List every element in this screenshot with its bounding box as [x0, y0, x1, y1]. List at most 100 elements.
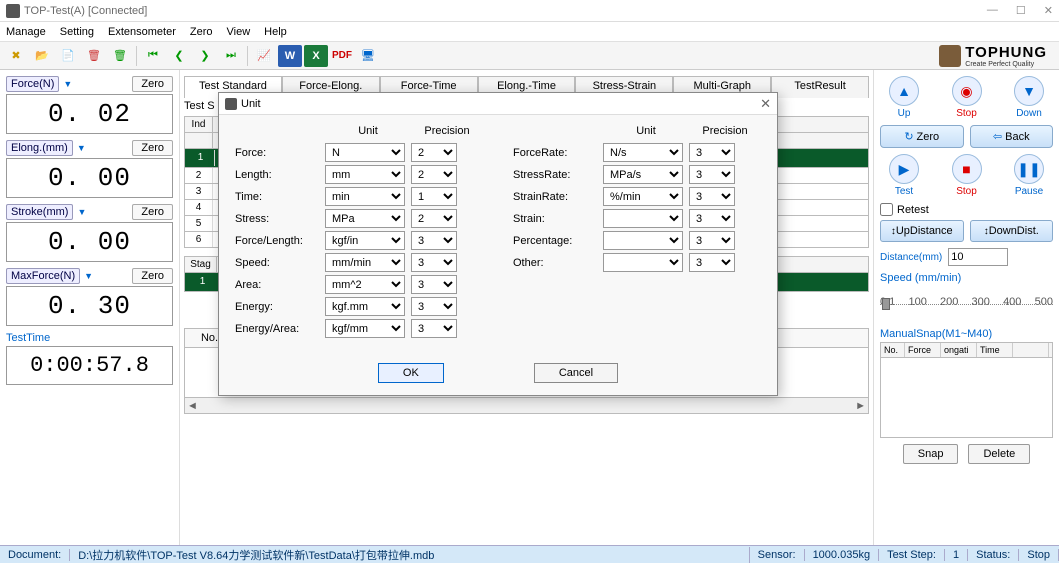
snap-button[interactable]: Snap [903, 444, 959, 464]
zero-button[interactable]: Zero [132, 76, 173, 92]
precision-select[interactable]: 1 [411, 187, 457, 206]
slider-thumb[interactable] [882, 298, 890, 310]
tool-open-icon[interactable]: 📂 [30, 45, 54, 67]
nav-last-icon[interactable]: ⏭ [219, 45, 243, 67]
downdist-button[interactable]: ↕DownDist. [970, 220, 1054, 242]
manualsnap-label: ManualSnap(M1~M40) [880, 328, 1053, 340]
precision-select[interactable]: 3 [689, 253, 735, 272]
precision-select[interactable]: 3 [411, 275, 457, 294]
test-button[interactable]: ▶Test [880, 154, 928, 197]
unit-select[interactable] [603, 209, 683, 228]
chevron-down-icon[interactable]: ▼ [77, 207, 87, 217]
unit-select[interactable]: N/s [603, 143, 683, 162]
menu-help[interactable]: Help [264, 26, 287, 38]
chevron-down-icon[interactable]: ▼ [63, 79, 73, 89]
field-label: StressRate: [513, 169, 597, 181]
test-icon: ▶ [889, 154, 919, 184]
close-icon[interactable]: ✕ [1044, 4, 1053, 17]
precision-select[interactable]: 3 [689, 187, 735, 206]
field-label: Energy/Area: [235, 323, 319, 335]
tool-delete-icon[interactable]: 🗑 [82, 45, 106, 67]
unit-select[interactable]: MPa [325, 209, 405, 228]
metric-value: 0. 30 [6, 286, 173, 326]
zero-button[interactable]: Zero [132, 204, 173, 220]
unit-select[interactable]: %/min [603, 187, 683, 206]
metric-label[interactable]: Stroke(mm) [6, 204, 73, 220]
field-label: StrainRate: [513, 191, 597, 203]
minimize-icon[interactable]: — [987, 4, 998, 17]
cancel-button[interactable]: Cancel [534, 363, 618, 383]
precision-select[interactable]: 3 [689, 209, 735, 228]
menu-zero[interactable]: Zero [190, 26, 213, 38]
metric-label[interactable]: Elong.(mm) [6, 140, 73, 156]
tab-testresult[interactable]: TestResult [771, 76, 869, 98]
menu-view[interactable]: View [227, 26, 251, 38]
ok-button[interactable]: OK [378, 363, 444, 383]
maximize-icon[interactable]: ☐ [1016, 4, 1026, 17]
precision-select[interactable]: 3 [411, 231, 457, 250]
delete-button[interactable]: Delete [968, 444, 1030, 464]
stop-button[interactable]: ◉Stop [943, 76, 991, 119]
precision-select[interactable]: 3 [689, 231, 735, 250]
metric-label[interactable]: Force(N) [6, 76, 59, 92]
dialog-icon [225, 98, 237, 110]
back-pill-button[interactable]: ⇦Back [970, 125, 1054, 148]
dialog-titlebar[interactable]: Unit ✕ [219, 93, 777, 115]
tool-new-icon[interactable]: 📄 [56, 45, 80, 67]
down-button[interactable]: ▼Down [1005, 76, 1053, 119]
precision-select[interactable]: 3 [689, 165, 735, 184]
pause-button[interactable]: ❚❚Pause [1005, 154, 1053, 197]
zero-button[interactable]: Zero [132, 268, 173, 284]
unit-select[interactable]: MPa/s [603, 165, 683, 184]
nav-next-icon[interactable]: ❯ [193, 45, 217, 67]
metric-force: Force(N) ▼ Zero 0. 02 [6, 76, 173, 134]
menu-extensometer[interactable]: Extensometer [108, 26, 176, 38]
menu-manage[interactable]: Manage [6, 26, 46, 38]
zero-button[interactable]: Zero [132, 140, 173, 156]
unit-select[interactable]: kgf.mm [325, 297, 405, 316]
menu-setting[interactable]: Setting [60, 26, 94, 38]
tool-excel-icon[interactable]: X [304, 45, 328, 67]
stop-button[interactable]: ■Stop [943, 154, 991, 197]
stop-icon: ■ [952, 154, 982, 184]
unit-select[interactable] [603, 253, 683, 272]
unit-select[interactable]: mm [325, 165, 405, 184]
unit-select[interactable]: N [325, 143, 405, 162]
metric-maxforce: MaxForce(N) ▼ Zero 0. 30 [6, 268, 173, 326]
precision-select[interactable]: 2 [411, 209, 457, 228]
tool-monitor-icon[interactable]: 🖥 [356, 45, 380, 67]
tool-pdf-icon[interactable]: PDF [330, 45, 354, 67]
speed-slider[interactable]: 0.1100200300400500 [880, 296, 1053, 320]
retest-checkbox[interactable]: Retest [880, 203, 1053, 216]
horizontal-scrollbar[interactable]: ◄► [184, 398, 869, 414]
unit-select[interactable]: mm^2 [325, 275, 405, 294]
precision-select[interactable]: 3 [689, 143, 735, 162]
chevron-down-icon[interactable]: ▼ [84, 271, 94, 281]
zero-pill-button[interactable]: ↻Zero [880, 125, 964, 148]
field-label: Strain: [513, 213, 597, 225]
precision-select[interactable]: 3 [411, 319, 457, 338]
tool-wrench-icon[interactable]: ✖ [4, 45, 28, 67]
distance-input[interactable] [948, 248, 1008, 266]
precision-select[interactable]: 2 [411, 143, 457, 162]
precision-select[interactable]: 2 [411, 165, 457, 184]
tool-word-icon[interactable]: W [278, 45, 302, 67]
unit-select[interactable]: kgf/mm [325, 319, 405, 338]
precision-select[interactable]: 3 [411, 253, 457, 272]
unit-select[interactable]: min [325, 187, 405, 206]
toolbar: ✖ 📂 📄 🗑 🗑 ⏮ ❮ ❯ ⏭ 📈 W X PDF 🖥 TOPHUNG Cr… [0, 42, 1059, 70]
tool-chart-icon[interactable]: 📈 [252, 45, 276, 67]
nav-prev-icon[interactable]: ❮ [167, 45, 191, 67]
metric-label[interactable]: MaxForce(N) [6, 268, 80, 284]
nav-first-icon[interactable]: ⏮ [141, 45, 165, 67]
precision-select[interactable]: 3 [411, 297, 457, 316]
field-label: Force/Length: [235, 235, 319, 247]
unit-select[interactable] [603, 231, 683, 250]
updistance-button[interactable]: ↕UpDistance [880, 220, 964, 242]
dialog-close-icon[interactable]: ✕ [760, 96, 771, 112]
unit-select[interactable]: kgf/in [325, 231, 405, 250]
up-button[interactable]: ▲Up [880, 76, 928, 119]
chevron-down-icon[interactable]: ▼ [77, 143, 87, 153]
unit-select[interactable]: mm/min [325, 253, 405, 272]
tool-trash-icon[interactable]: 🗑 [108, 45, 132, 67]
